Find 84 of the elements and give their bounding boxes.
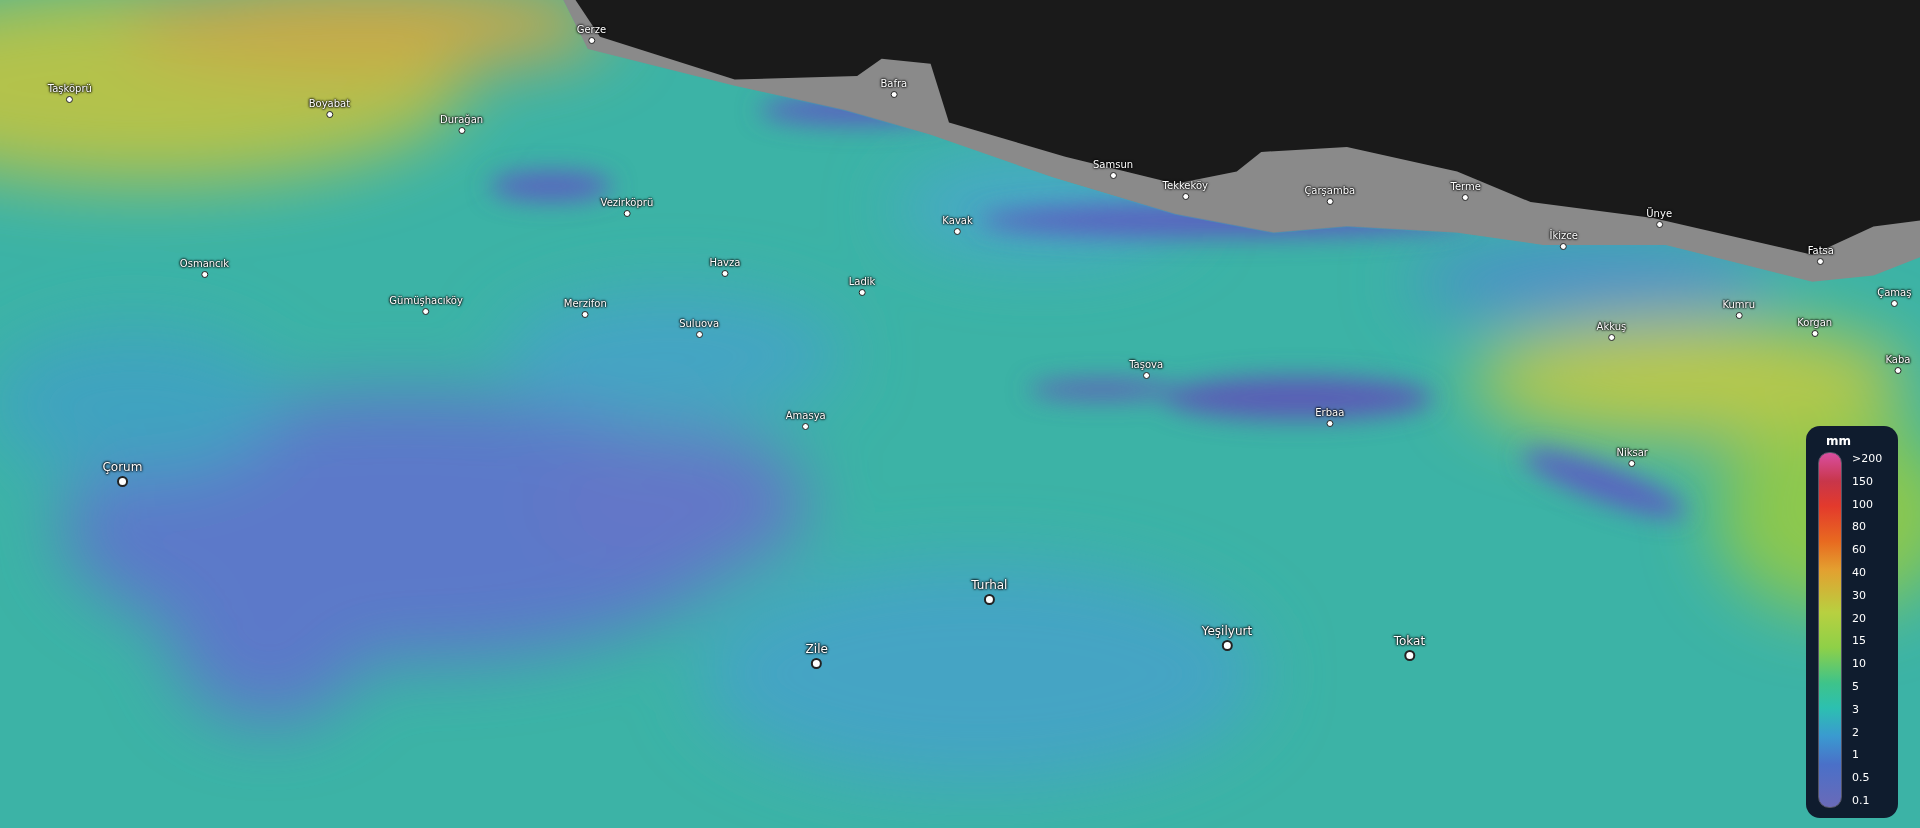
- location-dot-icon: [1326, 419, 1334, 427]
- place-label: Terme: [1450, 181, 1481, 194]
- place-label: Niksar: [1616, 447, 1648, 459]
- place-label: Akkuş: [1596, 320, 1627, 333]
- location-dot-icon: [1607, 333, 1615, 341]
- location-dot-icon: [802, 423, 810, 431]
- scale-label: 3: [1852, 702, 1860, 717]
- location-dot-icon: [116, 476, 128, 488]
- place-label: Osmancık: [179, 258, 230, 271]
- location-dot-icon: [66, 96, 74, 104]
- scale-label: >200: [1852, 452, 1883, 466]
- scale-label: 80: [1852, 520, 1867, 535]
- place-label: Boyabat: [308, 97, 351, 110]
- location-dot-icon: [325, 110, 333, 118]
- location-dot-icon: [811, 657, 823, 669]
- place-label: Tekkeköy: [1162, 179, 1208, 192]
- scale-label: 20: [1852, 611, 1867, 626]
- scale-label: 1: [1852, 748, 1860, 763]
- location-dot-icon: [695, 331, 703, 339]
- place-label: İkizce: [1549, 230, 1578, 243]
- location-dot-icon: [623, 210, 631, 218]
- place-label: Tokat: [1393, 634, 1426, 650]
- place-label: Çarşamba: [1304, 184, 1356, 197]
- place-label: Ünye: [1646, 208, 1673, 221]
- place-label: Turhal: [971, 577, 1008, 593]
- place-label: Amasya: [785, 410, 826, 423]
- scale-label: 40: [1852, 566, 1867, 580]
- location-dot-icon: [1462, 194, 1470, 202]
- scale-label: 150: [1852, 474, 1874, 489]
- location-dot-icon: [858, 288, 866, 296]
- place-label: Taşköprü: [47, 83, 92, 96]
- place-label: Kumru: [1722, 298, 1756, 311]
- location-dot-icon: [1735, 311, 1743, 319]
- place-label: Yeşilyurt: [1201, 624, 1253, 640]
- location-dot-icon: [1326, 197, 1334, 205]
- place-label: Fatsa: [1807, 244, 1834, 257]
- scale-label: 100: [1852, 497, 1874, 512]
- scale-label: 30: [1852, 588, 1867, 603]
- place-label: Durağan: [440, 113, 484, 126]
- location-dot-icon: [721, 270, 729, 278]
- scale-label: 0.1: [1852, 793, 1871, 808]
- location-dot-icon: [1890, 299, 1898, 307]
- place-label: Bafra: [880, 78, 908, 91]
- location-dot-icon: [581, 310, 589, 318]
- place-label: Ladik: [848, 275, 876, 288]
- place-label: Vezirköprü: [600, 197, 654, 210]
- location-dot-icon: [983, 593, 995, 605]
- location-dot-icon: [1655, 221, 1663, 229]
- place-label: Suluova: [679, 318, 720, 331]
- location-dot-icon: [458, 126, 466, 134]
- location-dot-icon: [890, 91, 898, 99]
- location-dot-icon: [1109, 172, 1117, 180]
- place-label: Gümüşhacıköy: [389, 295, 463, 308]
- place-label: Havza: [709, 257, 741, 270]
- place-label: Zile: [805, 641, 828, 657]
- scale-label: 10: [1852, 657, 1867, 672]
- place-label: Merzifon: [563, 297, 607, 310]
- location-dot-icon: [1811, 330, 1819, 338]
- place-label: Kaba: [1885, 353, 1911, 366]
- scale-label: 2: [1852, 725, 1860, 740]
- place-label: Çorum: [102, 460, 143, 476]
- location-dot-icon: [1560, 243, 1568, 251]
- location-dot-icon: [1628, 460, 1636, 467]
- location-dot-icon: [1817, 257, 1825, 265]
- location-dot-icon: [1221, 640, 1233, 652]
- place-label: Çamaş: [1877, 286, 1912, 299]
- location-dot-icon: [422, 308, 430, 316]
- place-label: Kavak: [942, 215, 973, 228]
- location-dot-icon: [587, 37, 595, 45]
- scale-label: 5: [1852, 679, 1860, 694]
- legend-unit: mm: [1826, 434, 1852, 448]
- scale-label: 60: [1852, 543, 1867, 558]
- place-label: Korgan: [1797, 317, 1833, 330]
- location-dot-icon: [1403, 650, 1415, 662]
- place-label: Erbaa: [1315, 406, 1345, 419]
- scale-label: 0.5: [1852, 771, 1871, 786]
- location-dot-icon: [201, 271, 208, 279]
- location-dot-icon: [954, 228, 962, 236]
- location-dot-icon: [1181, 192, 1189, 200]
- place-label: Taşova: [1129, 358, 1164, 371]
- location-dot-icon: [1142, 371, 1150, 379]
- scale-label: 15: [1852, 634, 1867, 649]
- place-label: Samsun: [1093, 159, 1134, 172]
- location-dot-icon: [1894, 366, 1902, 374]
